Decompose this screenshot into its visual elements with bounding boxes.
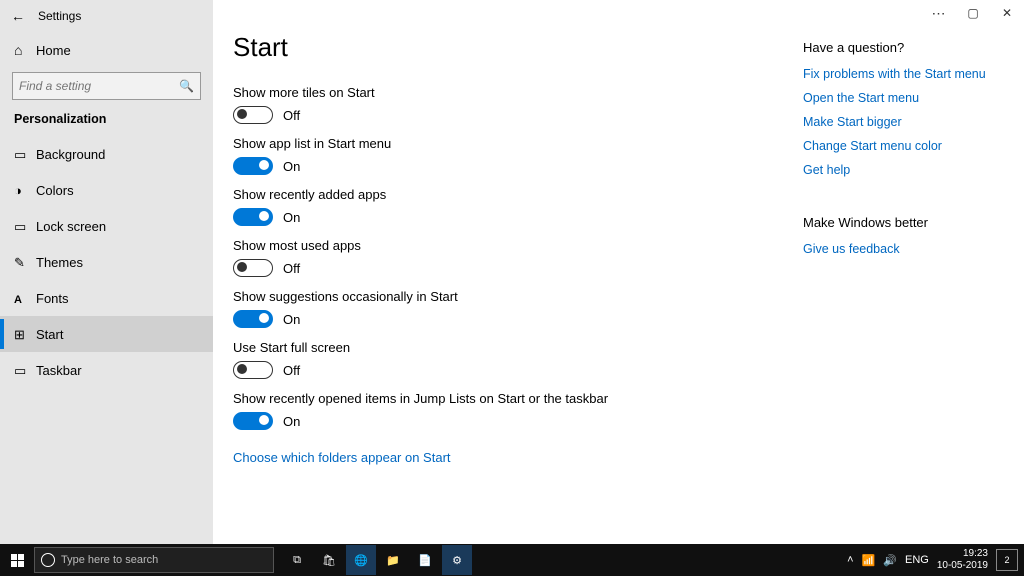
sidebar-item-background[interactable]: Background	[0, 136, 213, 172]
sidebar-item-label: Background	[36, 147, 105, 162]
back-button[interactable]: ←	[8, 8, 28, 24]
tray-time: 19:23	[937, 548, 988, 560]
setting-suggestions: Show suggestions occasionally in Start O…	[233, 289, 793, 328]
sidebar-item-taskbar[interactable]: Taskbar	[0, 352, 213, 388]
toggle-state-text: On	[283, 312, 300, 327]
taskbar-icon	[14, 363, 28, 377]
tray-chevron-icon[interactable]: ˄	[847, 554, 853, 566]
setting-jump-lists: Show recently opened items in Jump Lists…	[233, 391, 793, 430]
help-link-get-help[interactable]: Get help	[803, 163, 993, 177]
help-link-fix-problems[interactable]: Fix problems with the Start menu	[803, 67, 993, 81]
toggle-suggestions[interactable]	[233, 310, 273, 328]
toggle-state-text: On	[283, 210, 300, 225]
toggle-most-used[interactable]	[233, 259, 273, 277]
app-icon-store[interactable]: 🛍	[314, 545, 344, 575]
taskbar-search[interactable]: Type here to search	[34, 547, 274, 573]
setting-show-app-list: Show app list in Start menu On	[233, 136, 793, 175]
app-icon-explorer[interactable]: 📁	[378, 545, 408, 575]
help-title: Have a question?	[803, 40, 993, 55]
help-link-change-color[interactable]: Change Start menu color	[803, 139, 993, 153]
search-icon: 🔍	[179, 79, 194, 93]
toggle-recently-added[interactable]	[233, 208, 273, 226]
sidebar-item-themes[interactable]: Themes	[0, 244, 213, 280]
sidebar-item-fonts[interactable]: Fonts	[0, 280, 213, 316]
home-nav[interactable]: Home	[0, 32, 213, 68]
cortana-icon	[41, 553, 55, 567]
taskbar: Type here to search ⧉ 🛍 🌐 📁 📄 ⚙ ˄ 📶 🔊 EN…	[0, 544, 1024, 576]
main-content: Start Show more tiles on Start Off Show …	[213, 0, 1024, 544]
setting-label: Show app list in Start menu	[233, 136, 793, 151]
action-center-icon[interactable]: 2	[996, 549, 1018, 571]
toggle-state-text: On	[283, 414, 300, 429]
tray-volume-icon[interactable]: 🔊	[883, 554, 897, 567]
colors-icon	[14, 183, 28, 197]
toggle-state-text: Off	[283, 363, 300, 378]
category-title: Personalization	[0, 110, 213, 136]
setting-label: Show most used apps	[233, 238, 793, 253]
setting-label: Show recently opened items in Jump Lists…	[233, 391, 793, 406]
setting-label: Use Start full screen	[233, 340, 793, 355]
background-icon	[14, 147, 28, 161]
restore-button[interactable]: ▢	[956, 0, 990, 26]
start-button[interactable]	[0, 544, 34, 576]
toggle-full-screen[interactable]	[233, 361, 273, 379]
toggle-jump-lists[interactable]	[233, 412, 273, 430]
feedback-link[interactable]: Give us feedback	[803, 242, 993, 256]
system-tray: ˄ 📶 🔊 ENG 19:23 10-05-2019 2	[847, 548, 1024, 572]
sidebar-item-colors[interactable]: Colors	[0, 172, 213, 208]
tray-network-icon[interactable]: 📶	[862, 554, 876, 567]
start-icon	[14, 327, 28, 341]
setting-label: Show suggestions occasionally in Start	[233, 289, 793, 304]
toggle-state-text: Off	[283, 261, 300, 276]
home-label: Home	[36, 43, 71, 58]
home-icon	[14, 42, 28, 56]
tray-language[interactable]: ENG	[905, 554, 929, 566]
sidebar-item-start[interactable]: Start	[0, 316, 213, 352]
more-options-button[interactable]: ⋯	[922, 0, 956, 26]
window-controls: ⋯ ▢ ✕	[922, 0, 1024, 26]
fonts-icon	[14, 291, 28, 305]
app-icon-settings[interactable]: ⚙	[442, 545, 472, 575]
setting-show-more-tiles: Show more tiles on Start Off	[233, 85, 793, 124]
tray-clock[interactable]: 19:23 10-05-2019	[937, 548, 988, 572]
feedback-title: Make Windows better	[803, 215, 993, 230]
setting-recently-added: Show recently added apps On	[233, 187, 793, 226]
help-link-make-bigger[interactable]: Make Start bigger	[803, 115, 993, 129]
search-input[interactable]	[19, 79, 179, 93]
setting-label: Show recently added apps	[233, 187, 793, 202]
close-button[interactable]: ✕	[990, 0, 1024, 26]
toggle-show-app-list[interactable]	[233, 157, 273, 175]
sidebar: ← Settings Home 🔍 Personalization Backgr…	[0, 0, 213, 544]
page-title: Start	[233, 32, 793, 63]
toggle-state-text: On	[283, 159, 300, 174]
lock-screen-icon	[14, 219, 28, 233]
themes-icon	[14, 255, 28, 269]
sidebar-item-label: Colors	[36, 183, 74, 198]
help-column: Have a question? Fix problems with the S…	[803, 32, 993, 524]
toggle-show-more-tiles[interactable]	[233, 106, 273, 124]
setting-most-used: Show most used apps Off	[233, 238, 793, 277]
app-icon-word[interactable]: 📄	[410, 545, 440, 575]
tray-date: 10-05-2019	[937, 560, 988, 572]
sidebar-item-label: Taskbar	[36, 363, 82, 378]
sidebar-item-label: Themes	[36, 255, 83, 270]
toggle-state-text: Off	[283, 108, 300, 123]
sidebar-item-label: Lock screen	[36, 219, 106, 234]
sidebar-item-lock-screen[interactable]: Lock screen	[0, 208, 213, 244]
window-title: Settings	[38, 9, 81, 23]
help-link-open-start[interactable]: Open the Start menu	[803, 91, 993, 105]
setting-label: Show more tiles on Start	[233, 85, 793, 100]
sidebar-item-label: Fonts	[36, 291, 69, 306]
titlebar: ← Settings	[0, 0, 213, 32]
setting-full-screen: Use Start full screen Off	[233, 340, 793, 379]
choose-folders-link[interactable]: Choose which folders appear on Start	[233, 450, 451, 465]
task-view-icon[interactable]: ⧉	[282, 545, 312, 575]
taskbar-search-placeholder: Type here to search	[61, 554, 158, 566]
taskbar-app-icons: ⧉ 🛍 🌐 📁 📄 ⚙	[282, 545, 472, 575]
search-box[interactable]: 🔍	[12, 72, 201, 100]
sidebar-item-label: Start	[36, 327, 63, 342]
app-icon-edge[interactable]: 🌐	[346, 545, 376, 575]
